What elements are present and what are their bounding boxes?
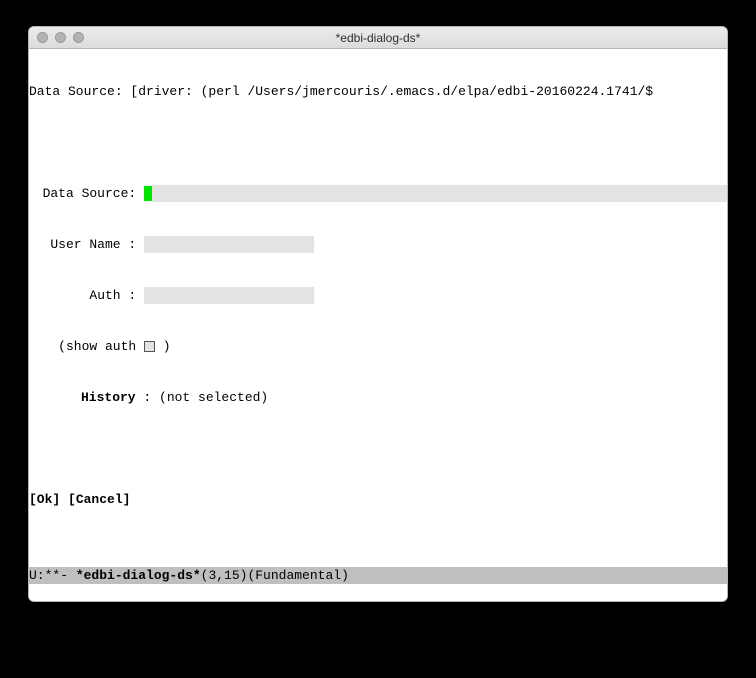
window-titlebar[interactable]: *edbi-dialog-ds* — [29, 27, 727, 49]
data-source-label: Data Source: — [29, 185, 144, 202]
header-driver-info: [driver: (perl /Users/jmercouris/.emacs.… — [130, 83, 653, 100]
modeline-mode: (Fundamental) — [247, 568, 348, 583]
field-row-user-name: User Name : — [29, 236, 727, 253]
buffer-area[interactable]: Data Source: [driver: (perl /Users/jmerc… — [29, 49, 727, 567]
auth-input[interactable] — [144, 287, 314, 304]
button-row: [Ok] [Cancel] — [29, 491, 727, 508]
header-line: Data Source: [driver: (perl /Users/jmerc… — [29, 83, 727, 100]
mode-line[interactable]: U:**- *edbi-dialog-ds* (3,15) (Fundament… — [29, 567, 727, 584]
close-icon[interactable] — [37, 32, 48, 43]
header-label: Data Source: — [29, 83, 130, 100]
traffic-lights — [29, 32, 84, 43]
minimize-icon[interactable] — [55, 32, 66, 43]
data-source-input[interactable] — [152, 185, 727, 202]
show-auth-suffix: ) — [155, 338, 171, 355]
history-sep: : — [136, 389, 159, 406]
text-cursor — [144, 186, 152, 201]
minibuffer[interactable] — [29, 584, 727, 601]
show-auth-prefix: (show auth — [29, 338, 144, 355]
history-value[interactable]: (not selected) — [159, 389, 268, 406]
history-row: History : (not selected) — [29, 389, 727, 406]
show-auth-checkbox[interactable] — [144, 341, 155, 352]
user-name-input[interactable] — [144, 236, 314, 253]
modeline-buffer-name: *edbi-dialog-ds* — [76, 568, 201, 583]
modeline-status: U:**- — [29, 568, 76, 583]
show-auth-row: (show auth ) — [29, 338, 727, 355]
user-name-label: User Name : — [29, 236, 144, 253]
blank-line-2 — [29, 440, 727, 457]
history-label: History — [81, 389, 136, 406]
field-row-data-source: Data Source: — [29, 185, 727, 202]
ok-button[interactable]: [Ok] — [29, 491, 60, 508]
zoom-icon[interactable] — [73, 32, 84, 43]
modeline-position: (3,15) — [201, 568, 248, 583]
auth-label: Auth : — [29, 287, 144, 304]
emacs-window: *edbi-dialog-ds* Data Source: [driver: (… — [28, 26, 728, 602]
window-title: *edbi-dialog-ds* — [29, 31, 727, 45]
cancel-button[interactable]: [Cancel] — [68, 491, 130, 508]
blank-line — [29, 134, 727, 151]
field-row-auth: Auth : — [29, 287, 727, 304]
